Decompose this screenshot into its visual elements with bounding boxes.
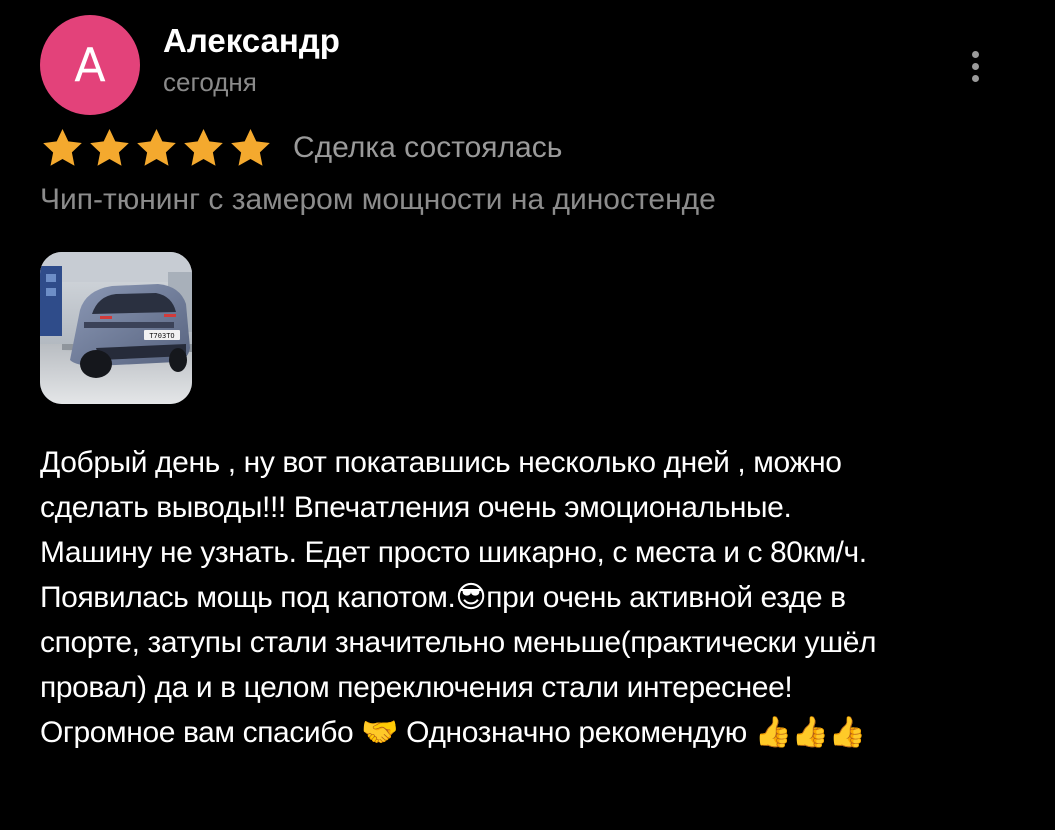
review-text-line: Появилась мощь под капотом.😎при очень ак… bbox=[40, 581, 846, 614]
review-date: сегодня bbox=[163, 67, 257, 97]
star-icon bbox=[231, 128, 270, 166]
license-plate-text: Т703ТО bbox=[149, 332, 174, 340]
review-photo[interactable]: Т703ТО bbox=[40, 252, 192, 404]
star-icon bbox=[137, 128, 176, 166]
more-options-button[interactable] bbox=[955, 42, 995, 90]
author-avatar[interactable]: А bbox=[40, 15, 140, 115]
star-icon bbox=[184, 128, 223, 166]
car-photo-image: Т703ТО bbox=[40, 252, 192, 404]
review-text-line: сделать выводы!!! Впечатления очень эмоц… bbox=[40, 491, 792, 524]
deal-status-label: Сделка состоялась bbox=[293, 131, 563, 164]
review-text-line: Добрый день , ну вот покатавшись несколь… bbox=[40, 446, 842, 479]
review-text-line: провал) да и в целом переключения стали … bbox=[40, 671, 793, 704]
star-icon bbox=[90, 128, 129, 166]
more-vertical-icon-dot bbox=[971, 62, 979, 70]
service-name: Чип-тюнинг с замером мощности на диносте… bbox=[40, 183, 716, 216]
more-vertical-icon-dot bbox=[971, 74, 979, 82]
more-vertical-icon bbox=[971, 50, 979, 58]
review-text-line: Огромное вам спасибо 🤝 Однозначно рекоме… bbox=[40, 716, 866, 749]
review-text-line: Машину не узнать. Едет просто шикарно, с… bbox=[40, 536, 867, 569]
avatar-initial: А bbox=[74, 38, 106, 92]
star-rating bbox=[40, 126, 273, 171]
review-card: А Александр сегодня Сделка состоялась Чи… bbox=[0, 0, 1055, 830]
star-icon bbox=[43, 128, 82, 166]
review-text-line: спорте, затупы стали значительно меньше(… bbox=[40, 626, 877, 659]
rating-row: Сделка состоялась bbox=[40, 124, 562, 172]
author-name[interactable]: Александр bbox=[163, 20, 340, 62]
review-text: Добрый день , ну вот покатавшись несколь… bbox=[40, 440, 1040, 755]
